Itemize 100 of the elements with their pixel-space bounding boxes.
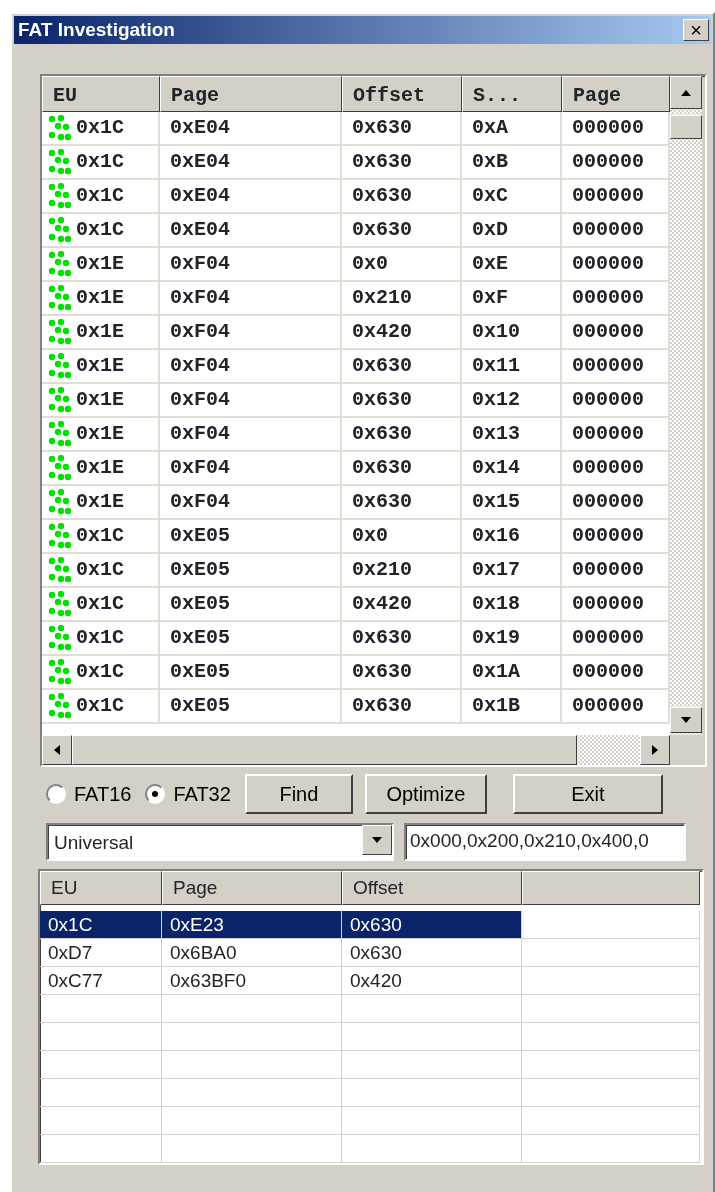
table-cell-text: 000000 <box>572 115 644 141</box>
radio-button[interactable]: FAT16 <box>46 779 132 809</box>
table-cell-text: 0xC <box>472 183 508 209</box>
table-cell-text: 0xE04 <box>170 149 230 175</box>
table-row[interactable]: 0xD7 0x6BA0 0x630 <box>40 939 702 967</box>
table-cell-text: 0x630 <box>352 489 412 515</box>
window-title: FAT Investigation <box>18 17 175 42</box>
input-field[interactable]: 0x000,0x200,0x210,0x400,0 <box>404 823 686 861</box>
optimize-button[interactable]: Optimize <box>364 774 487 814</box>
column-header[interactable]: Page <box>162 871 342 905</box>
table-cell-text: 0x1E <box>76 353 124 379</box>
table-cell-text: 0x1C <box>76 625 124 651</box>
column-header[interactable] <box>522 871 700 905</box>
dropdown[interactable]: Universal <box>46 823 394 861</box>
scroll-thumb[interactable] <box>670 115 702 139</box>
table-cell-text: 0x630 <box>352 421 412 447</box>
column-header[interactable]: EU <box>42 76 160 112</box>
exit-button[interactable]: Exit <box>512 774 663 814</box>
table-cell: 0xE23 <box>162 911 342 939</box>
column-header[interactable]: Offset <box>342 871 522 905</box>
table-cell-text: 0x1C <box>76 217 124 243</box>
table-cell-text: 0xF04 <box>170 319 230 345</box>
table-cell-text: 0x1E <box>76 421 124 447</box>
horizontal-scrollbar[interactable] <box>42 735 670 765</box>
table-cell-text: 0x210 <box>352 285 412 311</box>
table-cell-text: 0x11 <box>472 353 520 379</box>
table-cell-text: 0xF <box>472 285 508 311</box>
table-cell-text: 0x1C <box>76 659 124 685</box>
table-cell: 0x6BA0 <box>162 939 342 967</box>
table-cell-text: 0x420 <box>352 591 412 617</box>
scroll-down-button[interactable] <box>670 707 702 733</box>
scroll-up-button[interactable] <box>670 76 702 109</box>
table-cell-text: 0xF04 <box>170 489 230 515</box>
dots-icon <box>48 115 72 141</box>
table-cell: 0x63BF0 <box>162 967 342 995</box>
column-header[interactable]: S... <box>462 76 562 112</box>
table-cell-text: 0xE05 <box>170 625 230 651</box>
table-cell-text: 0x1E <box>76 455 124 481</box>
table-cell-text: 0x1E <box>76 251 124 277</box>
table-cell-text: 000000 <box>572 387 644 413</box>
dots-icon <box>48 523 72 549</box>
table-cell-text: 0x12 <box>472 387 520 413</box>
table-cell-text: 0xE <box>472 251 508 277</box>
table-cell-text: 000000 <box>572 285 644 311</box>
table-cell-text: 0x18 <box>472 591 520 617</box>
table-cell-text: 0x1C <box>76 693 124 719</box>
dots-icon <box>48 387 72 413</box>
table-cell-text: 0x630 <box>352 455 412 481</box>
table-cell-text: 0xE04 <box>170 115 230 141</box>
vertical-scrollbar[interactable] <box>670 76 702 735</box>
dots-icon <box>48 217 72 243</box>
dropdown-button[interactable] <box>362 825 392 855</box>
table-cell-text: 0x630 <box>352 353 412 379</box>
table-cell-text: 000000 <box>572 693 644 719</box>
dots-icon <box>48 455 72 481</box>
find-button[interactable]: Find <box>244 774 353 814</box>
dots-icon <box>48 489 72 515</box>
table-cell: 0xD7 <box>40 939 162 967</box>
table-cell-text: 0x15 <box>472 489 520 515</box>
dots-icon <box>48 625 72 651</box>
scroll-right-button[interactable] <box>640 735 670 765</box>
column-header[interactable]: EU <box>40 871 162 905</box>
table-cell-text: 000000 <box>572 251 644 277</box>
table-cell-text: 0x1E <box>76 319 124 345</box>
table-cell-text: 0xF04 <box>170 251 230 277</box>
table-cell-text: 0x630 <box>352 183 412 209</box>
table-cell-text: 000000 <box>572 421 644 447</box>
column-header[interactable]: Page <box>562 76 670 112</box>
table-cell-text: 000000 <box>572 149 644 175</box>
table-cell-text: 000000 <box>572 659 644 685</box>
table-cell-text: 0x1B <box>472 693 520 719</box>
column-header[interactable]: Page <box>160 76 342 112</box>
table-cell-text: 000000 <box>572 455 644 481</box>
scroll-left-button[interactable] <box>42 735 72 765</box>
table-cell-text: 0x630 <box>352 217 412 243</box>
table-cell-text: 000000 <box>572 489 644 515</box>
dots-icon <box>48 557 72 583</box>
close-button[interactable]: × <box>683 19 709 41</box>
table-cell-text: 0x1C <box>76 149 124 175</box>
table-cell-text: 0x630 <box>352 149 412 175</box>
table-cell-text: 0x10 <box>472 319 520 345</box>
table-cell: 0x1C <box>40 911 162 939</box>
table-cell-text: 0xF04 <box>170 285 230 311</box>
table-cell: 0x630 <box>342 939 522 967</box>
table-cell-text: 0xE04 <box>170 217 230 243</box>
table-cell: 0x630 <box>342 911 522 939</box>
table-cell-text: 000000 <box>572 319 644 345</box>
scroll-thumb[interactable] <box>72 735 577 765</box>
table-row[interactable]: 0xC77 0x63BF0 0x420 <box>40 967 702 995</box>
radio-button[interactable]: FAT32 <box>145 779 231 809</box>
table-cell-text: 0x1C <box>76 591 124 617</box>
column-header[interactable]: Offset <box>342 76 462 112</box>
table-cell-text: 0x16 <box>472 523 520 549</box>
table-cell-text: 0x1C <box>76 115 124 141</box>
table-cell-text: 0xB <box>472 149 508 175</box>
table-row[interactable]: 0x1C 0xE23 0x630 <box>40 911 702 939</box>
table-cell-text: 0xA <box>472 115 508 141</box>
dots-icon <box>48 693 72 719</box>
table-cell-text: 0x630 <box>352 659 412 685</box>
dots-icon <box>48 591 72 617</box>
